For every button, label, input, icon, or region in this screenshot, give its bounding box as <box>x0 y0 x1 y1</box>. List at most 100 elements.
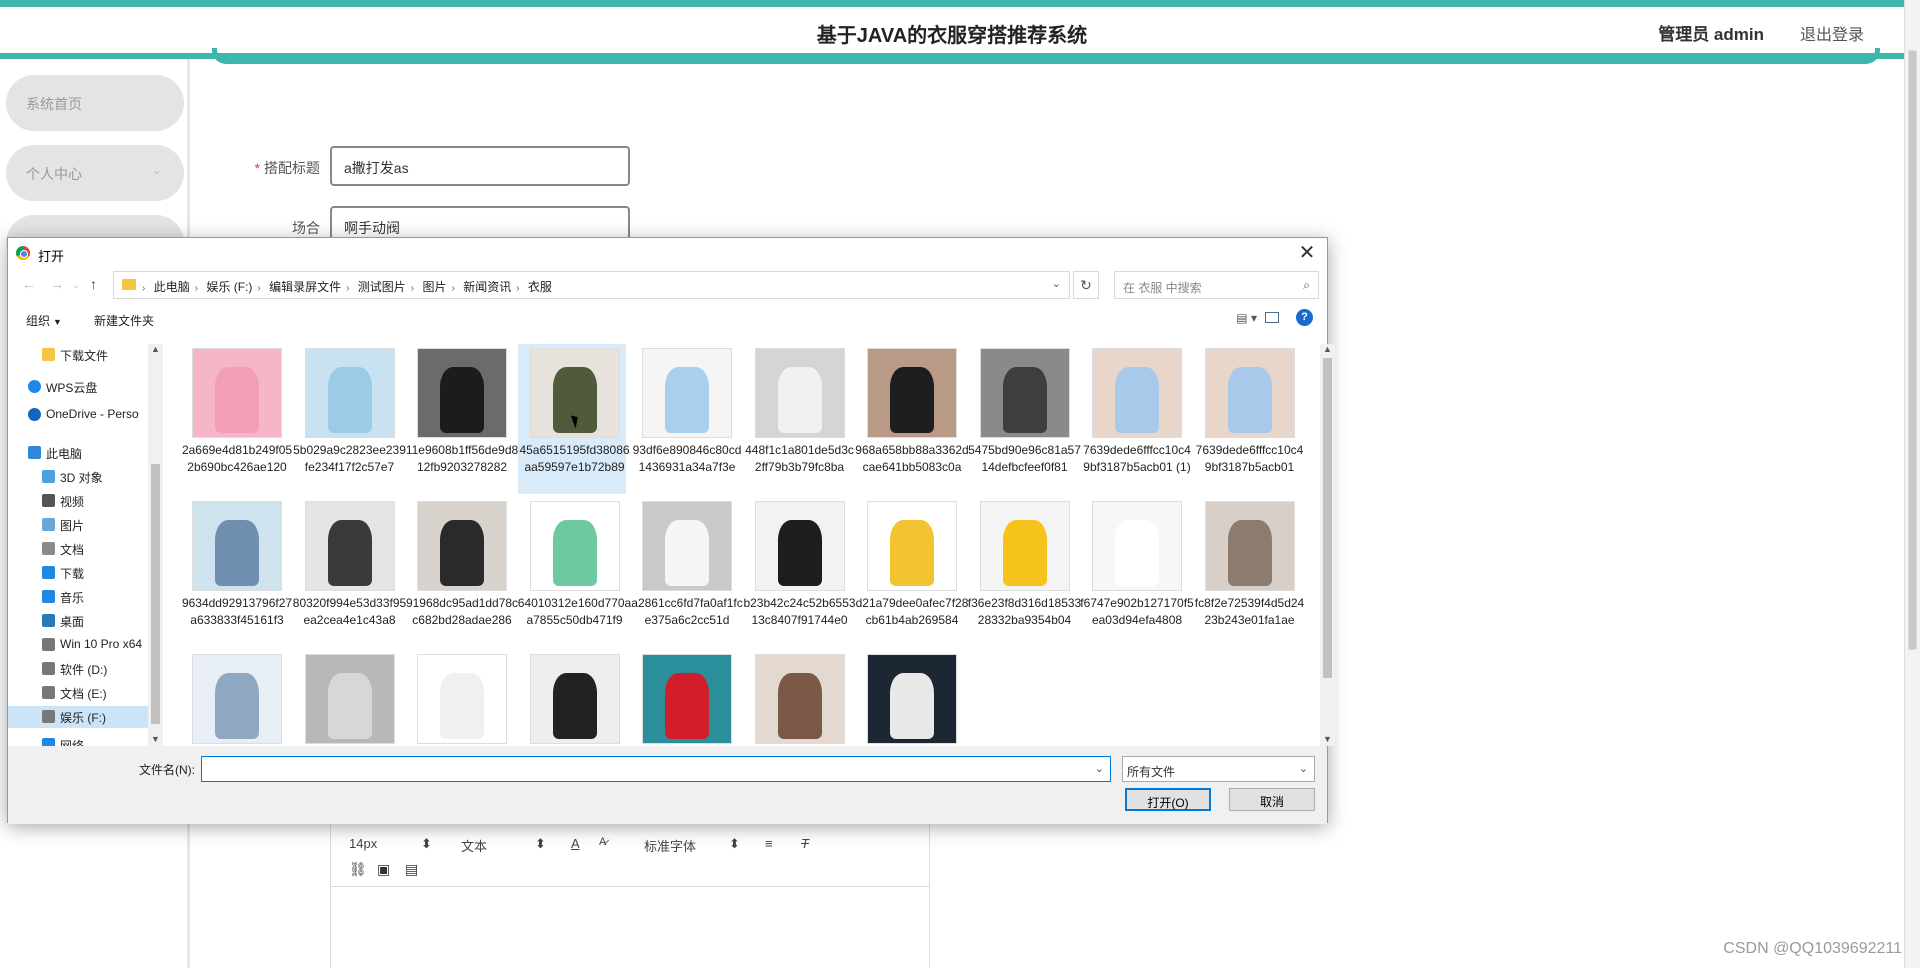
background-color-icon[interactable]: A̷ <box>599 836 606 848</box>
file-item[interactable] <box>630 650 738 746</box>
user-name[interactable]: 管理员 admin <box>1658 20 1764 45</box>
chrome-icon <box>16 246 30 260</box>
view-options-icon[interactable]: ▤ ▾ <box>1236 311 1257 325</box>
file-item[interactable]: 5475bd90e96c81a5714defbcfeef0f81 <box>968 344 1081 494</box>
align-icon[interactable]: ≡ <box>765 836 773 851</box>
folder-icon <box>42 348 55 361</box>
tree-item[interactable]: 桌面 <box>8 610 148 632</box>
breadcrumb-item[interactable]: 新闻资讯 <box>463 280 511 294</box>
file-item[interactable]: 11e9608b1ff56de9d812fb9203278282 <box>405 344 518 494</box>
file-item[interactable]: 9634dd92913796f27a633833f45161f3 <box>180 497 292 647</box>
scroll-up-icon[interactable]: ▲ <box>1323 344 1332 354</box>
file-item[interactable] <box>855 650 963 746</box>
file-item[interactable]: 64010312e160d770aa7855c50db471f9 <box>518 497 631 647</box>
scroll-up-icon[interactable]: ▲ <box>151 344 160 354</box>
close-icon[interactable]: ✕ <box>1295 240 1319 265</box>
scroll-down-icon[interactable]: ▼ <box>1323 734 1332 744</box>
sidebar-item-personal-center[interactable]: 个人中心 ⌄ <box>6 145 184 201</box>
file-item[interactable]: 7639dede6fffcc10c49bf3187b5acb01 (1) <box>1080 344 1191 494</box>
font-color-icon[interactable]: A <box>571 836 580 851</box>
tree-item[interactable]: 软件 (D:) <box>8 658 148 680</box>
tree-item[interactable]: 图片 <box>8 514 148 536</box>
drive-icon <box>42 638 55 651</box>
file-name: 5b029a9c2823ee239fe234f17f2c57e7 <box>293 443 406 474</box>
clear-format-icon[interactable]: T <box>801 836 809 851</box>
file-item[interactable]: 80320f994e53d33f95ea2cea4e1c43a8 <box>293 497 406 647</box>
file-grid-scrollbar-thumb[interactable] <box>1323 358 1332 678</box>
image-icon[interactable]: ▣ <box>377 861 390 878</box>
filename-input[interactable]: ⌄ <box>201 756 1111 782</box>
breadcrumb-item[interactable]: 娱乐 (F:) <box>206 280 252 294</box>
cancel-button[interactable]: 取消 <box>1229 788 1315 811</box>
file-item[interactable]: f36e23f8d316d1853328332ba9354b04 <box>968 497 1081 647</box>
file-item[interactable]: 7639dede6fffcc10c49bf3187b5acb01 <box>1193 344 1303 494</box>
file-item[interactable]: b23b42c24c52b655313c8407f91744e0 <box>743 497 856 647</box>
scroll-down-icon[interactable]: ▼ <box>151 734 160 744</box>
file-item[interactable]: 448f1c1a801de5d3c2ff79b3b79fc8ba <box>743 344 854 494</box>
tree-item[interactable]: WPS云盘 <box>8 376 148 398</box>
font-size-select[interactable]: 14px <box>349 836 377 851</box>
tree-item[interactable]: 下载 <box>8 562 148 584</box>
file-item[interactable]: f6747e902b127170f5ea03d94efa4808 <box>1080 497 1194 647</box>
new-folder-button[interactable]: 新建文件夹 <box>94 312 154 329</box>
search-input[interactable]: 在 衣服 中搜索 ⌕ <box>1114 271 1319 299</box>
tree-item[interactable]: 视频 <box>8 490 148 512</box>
tree-scrollbar-thumb[interactable] <box>151 464 160 724</box>
preview-pane-icon[interactable] <box>1265 312 1279 323</box>
chevron-down-icon[interactable]: ⌄ <box>1095 762 1104 775</box>
file-item[interactable] <box>293 650 401 746</box>
breadcrumb-item[interactable]: 测试图片 <box>358 280 406 294</box>
tree-item[interactable]: OneDrive - Perso <box>8 404 148 426</box>
breadcrumb-item[interactable]: 此电脑 <box>154 280 190 294</box>
file-item[interactable] <box>518 650 626 746</box>
file-grid-scrollbar[interactable]: ▲ ▼ <box>1320 344 1335 746</box>
title-input[interactable]: a撒打发as <box>330 146 630 186</box>
help-icon[interactable]: ? <box>1296 309 1313 326</box>
file-item[interactable]: 91968dc95ad1dd78cc682bd28adae286 <box>405 497 518 647</box>
link-icon[interactable]: ⛓ <box>349 861 367 878</box>
organize-menu[interactable]: 组织 ▼ <box>26 312 62 329</box>
tree-item[interactable]: Win 10 Pro x64 <box>8 634 148 656</box>
file-item[interactable] <box>180 650 288 746</box>
back-arrow-icon[interactable]: ← <box>22 276 36 292</box>
file-name: 91968dc95ad1dd78cc682bd28adae286 <box>405 596 519 627</box>
file-item[interactable]: a2861cc6fd7fa0af1fce375a6c2cc51d <box>630 497 743 647</box>
tree-item[interactable]: 文档 (E:) <box>8 682 148 704</box>
block-type-select[interactable]: 文本 <box>461 836 487 855</box>
drive-icon <box>42 710 55 723</box>
tree-item[interactable]: 音乐 <box>8 586 148 608</box>
video-icon[interactable]: ▤ <box>405 861 418 878</box>
tree-item[interactable]: 此电脑 <box>8 442 148 464</box>
recent-locations-icon[interactable]: ⌄ <box>72 280 80 291</box>
breadcrumb-item[interactable]: 编辑录屏文件 <box>269 280 341 294</box>
sidebar-item-home[interactable]: 系统首页 <box>6 75 184 131</box>
tree-item[interactable]: 文档 <box>8 538 148 560</box>
filetype-select[interactable]: 所有文件 ⌄ <box>1122 756 1315 782</box>
page-scrollbar-thumb[interactable] <box>1908 50 1917 650</box>
tree-item[interactable]: 3D 对象 <box>8 466 148 488</box>
tree-item[interactable]: 下载文件 <box>8 344 148 366</box>
breadcrumb-item[interactable]: 衣服 <box>528 280 552 294</box>
file-item[interactable] <box>405 650 513 746</box>
open-button[interactable]: 打开(O) <box>1125 788 1211 811</box>
file-item[interactable]: 93df6e890846c80cd1436931a34a7f3e <box>630 344 741 494</box>
font-family-select[interactable]: 标准字体 <box>644 836 696 855</box>
up-arrow-icon[interactable]: ↑ <box>90 276 97 292</box>
file-item[interactable] <box>743 650 851 746</box>
logout-link[interactable]: 退出登录 <box>1800 21 1864 45</box>
tree-item[interactable]: 娱乐 (F:) <box>8 706 148 728</box>
address-bar[interactable]: › 此电脑 › 娱乐 (F:) › 编辑录屏文件 › 测试图片 › 图片 › 新闻资讯 › … <box>113 271 1070 299</box>
file-item[interactable]: 2a669e4d81b249f052b690bc426ae120 <box>180 344 292 494</box>
refresh-icon[interactable]: ↻ <box>1073 271 1099 299</box>
chevron-down-icon[interactable]: ⌄ <box>1052 277 1061 290</box>
page-scrollbar[interactable] <box>1904 0 1920 968</box>
breadcrumb-item[interactable]: 图片 <box>422 280 446 294</box>
file-item[interactable]: fc8f2e72539f4d5d2423b243e01fa1ae <box>1193 497 1304 647</box>
tree-item[interactable]: 网络 <box>8 734 148 746</box>
forward-arrow-icon[interactable]: → <box>50 276 64 292</box>
file-item[interactable]: d21a79dee0afec7f28cb61b4ab269584 <box>855 497 968 647</box>
file-item[interactable]: 5b029a9c2823ee239fe234f17f2c57e7 <box>293 344 406 494</box>
file-item[interactable]: 968a658bb88a3362dcae641bb5083c0a <box>855 344 969 494</box>
editor-body[interactable] <box>331 886 929 968</box>
tree-scrollbar[interactable]: ▲ ▼ <box>148 344 163 746</box>
